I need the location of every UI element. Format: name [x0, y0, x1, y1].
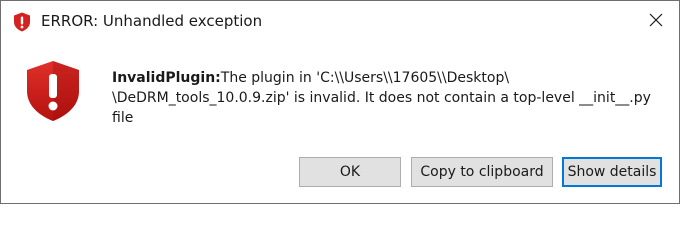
window-title: ERROR: Unhandled exception: [41, 12, 263, 30]
close-icon[interactable]: [649, 12, 663, 31]
ok-button[interactable]: OK: [299, 157, 401, 187]
close-button[interactable]: [633, 1, 679, 41]
error-dialog: ERROR: Unhandled exception InvalidPlugin…: [0, 0, 680, 204]
error-shield-icon: [13, 12, 31, 32]
error-type-label: InvalidPlugin:: [112, 70, 221, 86]
copy-to-clipboard-button[interactable]: Copy to clipboard: [411, 157, 553, 187]
error-shield-icon: [25, 59, 81, 123]
title-bar: ERROR: Unhandled exception: [1, 1, 679, 41]
dialog-content: InvalidPlugin:The plugin in 'C:\\Users\\…: [1, 41, 679, 151]
error-message: InvalidPlugin:The plugin in 'C:\\Users\\…: [112, 68, 652, 128]
show-details-button[interactable]: Show details: [562, 157, 662, 187]
